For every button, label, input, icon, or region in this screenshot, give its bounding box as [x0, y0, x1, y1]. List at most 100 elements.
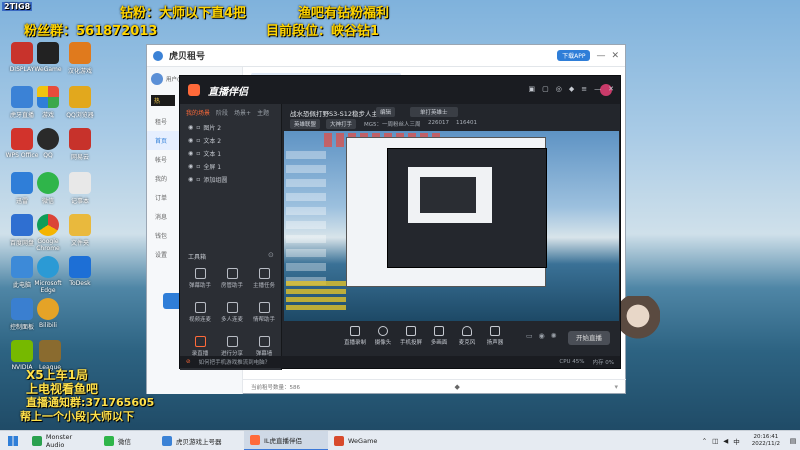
- room-title: 战水恐佩打野S3-S12稳步人主者: [290, 110, 385, 118]
- desktop-icon-folder[interactable]: 文件夹: [58, 214, 102, 247]
- minimize-button[interactable]: —: [596, 51, 605, 61]
- lock-icon[interactable]: ▫: [196, 163, 200, 170]
- input-lang[interactable]: 中: [733, 436, 740, 446]
- multi-screen-icon: [434, 326, 444, 336]
- desktop-icon-todesk[interactable]: ToDesk: [58, 256, 102, 287]
- wall-icon: [258, 336, 270, 347]
- preview-desktop-icons: [286, 151, 326, 291]
- toolbox-more-icon[interactable]: ⊙: [268, 251, 274, 259]
- status-cpu: CPU 45%: [559, 359, 585, 365]
- music-icon: [69, 128, 91, 150]
- taskbar-item-wechat[interactable]: 微信: [98, 431, 156, 450]
- tab-stage[interactable]: 阶段: [216, 108, 228, 117]
- desktop-icon-hanhua[interactable]: 汉化游戏: [58, 42, 102, 75]
- desktop-icon-qqbrowser[interactable]: QQ浏览器: [58, 86, 102, 119]
- task-icon: [258, 268, 270, 279]
- nested-stream-window-3: [420, 177, 476, 213]
- chevron-up-icon[interactable]: ⌃: [702, 437, 707, 445]
- taskbar-item-rental[interactable]: 虎贝游戏上号器: [156, 431, 244, 450]
- taskbar-item-stream[interactable]: IL虎直播伴侣: [244, 430, 328, 450]
- tool-help[interactable]: 情帮助手: [248, 302, 280, 323]
- tab-hot[interactable]: 热: [151, 95, 175, 106]
- eye-icon[interactable]: ◉: [188, 176, 193, 183]
- menu-icon[interactable]: ≡: [581, 85, 587, 93]
- status-tip[interactable]: 如何把手机游戏推流到电脑？: [199, 358, 271, 366]
- game-icon: [69, 42, 91, 64]
- tool-danmu-wall[interactable]: 弹幕墙: [248, 336, 280, 357]
- eye-icon[interactable]: ◉: [188, 137, 193, 144]
- danmu-icon: [194, 268, 206, 279]
- settings-icon[interactable]: ✺: [551, 332, 557, 340]
- lock-icon[interactable]: ▫: [196, 124, 200, 131]
- start-stream-button[interactable]: 开始直播: [568, 331, 610, 345]
- tool-video-link[interactable]: 视频连麦: [184, 302, 216, 323]
- gift-icon[interactable]: ▣: [529, 85, 536, 93]
- layer-item[interactable]: ◉ ▫ 全屏 1: [180, 160, 281, 173]
- eye-icon[interactable]: ◉: [188, 150, 193, 157]
- close-button[interactable]: ✕: [611, 51, 619, 61]
- desktop-icon-netease[interactable]: 网易云: [58, 128, 102, 161]
- tool-share[interactable]: 进行分享: [216, 336, 248, 357]
- eye-icon[interactable]: ◉: [539, 332, 545, 340]
- extra-controls: ▭ ◉ ✺: [526, 332, 557, 340]
- lock-icon[interactable]: ▫: [196, 176, 200, 183]
- minimize-button[interactable]: —: [594, 85, 601, 93]
- bilibili-icon: [37, 298, 59, 320]
- speaker-icon: [490, 326, 500, 336]
- clock[interactable]: 20:16:41 2022/11/2: [746, 434, 786, 448]
- games-icon: [37, 86, 59, 108]
- layer-item[interactable]: ◉ ▫ 图片 2: [180, 121, 281, 134]
- preview-bottom-text: [286, 281, 346, 311]
- stream-companion-window: 直播伴侣 ▣ ▢ ◎ ◆ ≡ — ✕ 我的场景 阶段 场景+ 主题 ◉ ▫ 图片 2…: [179, 75, 621, 370]
- rental-footer: 当前租号数量：586 ◆ ▾: [243, 379, 626, 393]
- layer-item[interactable]: ◉ ▫ 添加组圆: [180, 173, 281, 186]
- lock-icon[interactable]: ▫: [196, 137, 200, 144]
- tool-roommgr[interactable]: 房管助手: [216, 268, 248, 289]
- start-button[interactable]: [0, 431, 26, 450]
- tool-record[interactable]: 录直播: [184, 336, 216, 357]
- download-app-badge[interactable]: 下载APP: [557, 50, 591, 61]
- taskbar-item-monster-audio[interactable]: Monster Audio: [26, 431, 98, 450]
- tab-scene-plus[interactable]: 场景+: [234, 108, 251, 117]
- scroll-down-icon[interactable]: ▾: [614, 383, 618, 391]
- bell-icon[interactable]: ◆: [455, 383, 460, 391]
- tab-theme[interactable]: 主题: [257, 108, 269, 117]
- link-icon: [194, 302, 206, 313]
- status-bar: ⊘ 如何把手机游戏推流到电脑？ CPU 45% 内存 0%: [180, 356, 620, 368]
- rental-app-title: 虎贝租号: [169, 52, 206, 62]
- video-icon[interactable]: ▭: [526, 332, 533, 340]
- lock-icon[interactable]: ▫: [196, 150, 200, 157]
- eye-icon[interactable]: ◉: [188, 163, 193, 170]
- tool-task[interactable]: 主播任务: [248, 268, 280, 289]
- settings-icon[interactable]: ◎: [556, 85, 562, 93]
- category-select[interactable]: 单打英雄士: [410, 107, 458, 117]
- lock-icon[interactable]: ▢: [542, 85, 549, 93]
- taskbar-item-wegame[interactable]: WeGame: [328, 431, 398, 450]
- network-icon[interactable]: ◫: [712, 437, 718, 445]
- notification-icon[interactable]: ▤: [786, 431, 800, 450]
- stream-preview[interactable]: [284, 131, 619, 321]
- overlay-corner-tag: 2TIG8: [2, 2, 33, 11]
- wegame-icon: [37, 42, 59, 64]
- control-speaker[interactable]: 扬声器: [478, 326, 512, 346]
- chip-tag[interactable]: 大神打手: [326, 119, 357, 129]
- tool-danmu[interactable]: 弹幕助手: [184, 268, 216, 289]
- desktop-icon-notepad[interactable]: 记事本: [58, 172, 102, 205]
- edit-button[interactable]: 编辑: [376, 107, 396, 117]
- close-button[interactable]: ✕: [608, 85, 614, 93]
- stats-line: MG5：一周粉丝人三周: [364, 122, 421, 128]
- todesk-icon: [69, 256, 91, 278]
- record-icon: [194, 336, 206, 347]
- chip-game[interactable]: 英雄联盟: [290, 119, 321, 129]
- desktop-icon-bili[interactable]: Bilibili: [26, 298, 70, 329]
- tab-my-scene[interactable]: 我的场景: [186, 108, 210, 117]
- volume-icon[interactable]: ◀: [723, 437, 728, 445]
- stream-icon: [250, 434, 260, 445]
- bell-icon[interactable]: ◆: [569, 85, 574, 93]
- layer-item[interactable]: ◉ ▫ 文本 1: [180, 147, 281, 160]
- eye-icon[interactable]: ◉: [188, 124, 193, 131]
- tool-multi-link[interactable]: 多人连麦: [216, 302, 248, 323]
- layer-item[interactable]: ◉ ▫ 文本 2: [180, 134, 281, 147]
- rental-icon: [162, 435, 172, 446]
- chrome-icon: [37, 214, 59, 236]
